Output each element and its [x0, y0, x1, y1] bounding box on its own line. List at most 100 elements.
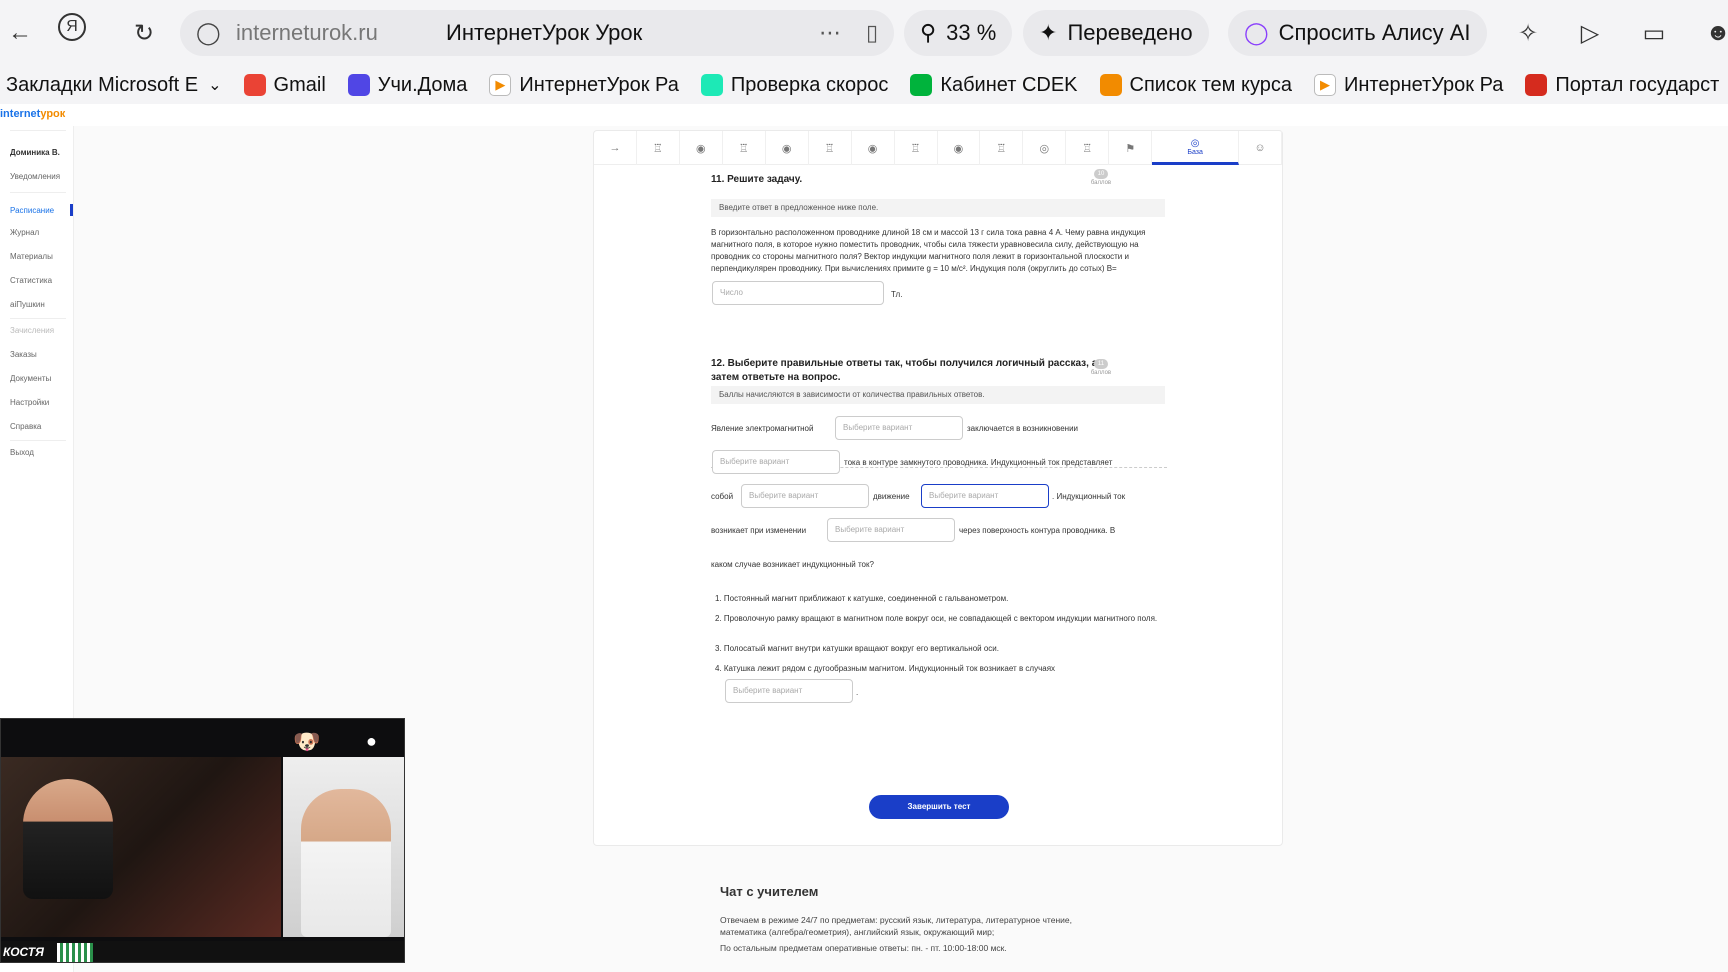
chat-line-2: математика (алгебра/геометрия), английск… — [720, 927, 995, 937]
sidebar-divider — [10, 318, 66, 319]
answer-unit: Тл. — [891, 290, 903, 299]
yandex-icon[interactable]: Я — [58, 13, 86, 41]
sidebar-item-aipushkin[interactable]: аiПушкин — [10, 300, 45, 309]
more-dots-icon[interactable]: ⋯ — [810, 20, 850, 46]
question-nav-item[interactable]: ♖ — [895, 131, 938, 165]
question-nav-item[interactable]: ♖ — [723, 131, 766, 165]
sidebar-item-documents[interactable]: Документы — [10, 374, 51, 383]
sidebar-item-orders[interactable]: Заказы — [10, 350, 37, 359]
bookmarks-bar: ▶ Закладки Microsoft E ⌄ Gmail Учи.Дома ▶ Инте… — [0, 66, 1728, 104]
bookmark-item[interactable]: Список тем курса — [1099, 74, 1292, 97]
question-nav-item[interactable]: ♖ — [637, 131, 680, 165]
question-12-title-line1: 12. Выберите правильные ответы так, чтоб… — [711, 358, 1098, 369]
collections-icon[interactable]: ▭ — [1634, 13, 1674, 53]
zoom-button[interactable]: ⚲ 33 % — [904, 10, 1013, 56]
bookmark-item[interactable]: Учи.Дома — [347, 74, 467, 97]
question-nav-item[interactable]: ♖ — [1066, 131, 1110, 165]
finish-test-button[interactable]: Завершить тест — [869, 795, 1009, 819]
question-nav-item[interactable]: ♖ — [809, 131, 852, 165]
site-logo[interactable]: internetурок — [0, 108, 65, 120]
sidebar-item-help[interactable]: Справка — [10, 422, 41, 431]
bookmark-item[interactable]: ▶Закладки Microsoft E⌄ — [6, 74, 222, 97]
magnifier-icon: ⚲ — [920, 20, 937, 45]
story-text-6: . Индукционный ток — [1052, 492, 1126, 501]
question-12-title-line2: затем ответьте на вопрос. — [711, 372, 841, 383]
select-variant-5[interactable]: Выберите вариант — [827, 518, 955, 542]
sidebar-item-notifications[interactable]: Уведомления — [10, 172, 60, 181]
select-variant-3[interactable]: Выберите вариант — [741, 484, 869, 508]
question-nav-item[interactable]: ◎ — [1023, 131, 1067, 165]
sidebar-item-journal[interactable]: Журнал — [10, 228, 39, 237]
translated-button[interactable]: ✦ Переведено — [1023, 10, 1209, 56]
bookmark-item[interactable]: Портал государст — [1525, 74, 1719, 97]
zoom-value: 33 % — [946, 20, 997, 45]
sidebar-item-enrollments[interactable]: Зачисления — [10, 326, 54, 335]
alice-icon: ◯ — [1244, 20, 1269, 45]
score-label: баллов — [1090, 370, 1112, 376]
select-variant-6[interactable]: Выберите вариант — [725, 679, 853, 703]
bookmark-label: ИнтернетУрок Ра — [519, 73, 679, 96]
extensions-icon[interactable]: ✧ — [1508, 13, 1548, 53]
chat-line-1: Отвечаем в режиме 24/7 по предметам: рус… — [720, 915, 1072, 925]
sidebar-item-settings[interactable]: Настройки — [10, 398, 49, 407]
bookmark-icon[interactable]: ▯ — [850, 20, 894, 46]
bookmark-label: Gmail — [273, 73, 326, 96]
bookmark-item[interactable]: Кабинет CDEK — [910, 74, 1078, 97]
bookmark-favicon-icon — [1099, 74, 1122, 96]
video-person-right — [301, 789, 391, 937]
sidebar-item-logout[interactable]: Выход — [10, 448, 34, 457]
question-12-score: 11 баллов — [1086, 359, 1116, 376]
option-4-end: . — [856, 688, 859, 697]
bookmark-item[interactable]: ▶ ИнтернетУрок Ра — [1313, 74, 1503, 97]
sidebar-item-statistics[interactable]: Статистика — [10, 276, 52, 285]
back-arrow-icon[interactable]: ← — [0, 13, 40, 53]
shield-icon[interactable]: ◯ — [196, 20, 224, 46]
bookmark-label: Закладки Microsoft E — [6, 73, 199, 96]
bookmark-label: Проверка скорос — [730, 73, 889, 96]
bookmark-item[interactable]: ▶ ИнтернетУрок Ра — [489, 73, 679, 97]
sidebar-user[interactable]: Доминика В. — [10, 148, 60, 157]
video-overlay[interactable]: 🐶 ● КОСТЯ — [0, 718, 405, 963]
story-text-8: через поверхность контура проводника. В — [959, 526, 1116, 535]
question-nav-base[interactable]: ◎ База — [1152, 131, 1240, 165]
question-nav-item[interactable]: ♖ — [980, 131, 1024, 165]
browser-toolbar: ← Я ↻ ◯ interneturok.ru ИнтернетУрок Уро… — [0, 0, 1728, 66]
question-nav-end[interactable]: ☺ — [1239, 131, 1282, 165]
reload-icon[interactable]: ↻ — [124, 13, 164, 53]
qr-code-icon — [57, 943, 93, 962]
score-label: баллов — [1090, 180, 1112, 186]
sidebar-divider — [10, 130, 66, 131]
question-nav-item[interactable]: → — [594, 131, 637, 165]
bone-sticker-icon: ● — [366, 731, 377, 751]
test-card: → ♖ ◉ ♖ ◉ ♖ ◉ ♖ ◉ ♖ ◎ ♖ ⚑ ◎ База ☺ 11. Решите задачу. 1… — [593, 130, 1283, 846]
question-11-hint: Введите ответ в предложенное ниже поле. — [711, 199, 1165, 217]
select-variant-2[interactable]: Выберите вариант — [712, 450, 840, 474]
profile-icon[interactable]: ☻ — [1698, 13, 1728, 53]
answer-number-input[interactable]: Число — [712, 281, 884, 305]
option-1: 1. Постоянный магнит приближают к катушк… — [715, 594, 1009, 603]
ask-alice-button[interactable]: ◯ Спросить Алису AI — [1228, 10, 1487, 56]
translated-label: Переведено — [1067, 20, 1193, 45]
media-play-icon[interactable]: ▷ — [1570, 13, 1610, 53]
bookmark-item[interactable]: Gmail — [243, 73, 326, 97]
question-11-title: 11. Решите задачу. — [711, 174, 803, 185]
story-text-2: заключается в возникновении — [967, 424, 1079, 433]
story-text-1: Явление электромагнитной — [711, 424, 814, 433]
question-nav-item[interactable]: ⚑ — [1109, 131, 1153, 165]
question-nav-item[interactable]: ◉ — [766, 131, 809, 165]
sidebar-item-schedule[interactable]: Расписание — [10, 206, 54, 215]
question-nav-item[interactable]: ◉ — [852, 131, 895, 165]
question-11-text: В горизонтально расположенном проводнике… — [711, 228, 1146, 273]
chevron-down-icon[interactable]: ⌄ — [208, 75, 221, 95]
bookmark-item[interactable]: Проверка скорос — [700, 73, 889, 97]
select-variant-4[interactable]: Выберите вариант — [921, 484, 1049, 508]
question-nav-item[interactable]: ◉ — [938, 131, 981, 165]
score-badge: 11 — [1094, 359, 1108, 369]
video-bottom-bar: КОСТЯ — [1, 941, 404, 962]
address-page-title: ИнтернетУрок Урок — [446, 20, 643, 45]
bookmark-label: Портал государст — [1555, 73, 1720, 96]
address-bar[interactable]: ◯ interneturok.ru ИнтернетУрок Урок ⋯ ▯ — [180, 10, 894, 56]
select-variant-1[interactable]: Выберите вариант — [835, 416, 963, 440]
question-nav-item[interactable]: ◉ — [680, 131, 723, 165]
sidebar-item-materials[interactable]: Материалы — [10, 252, 53, 261]
